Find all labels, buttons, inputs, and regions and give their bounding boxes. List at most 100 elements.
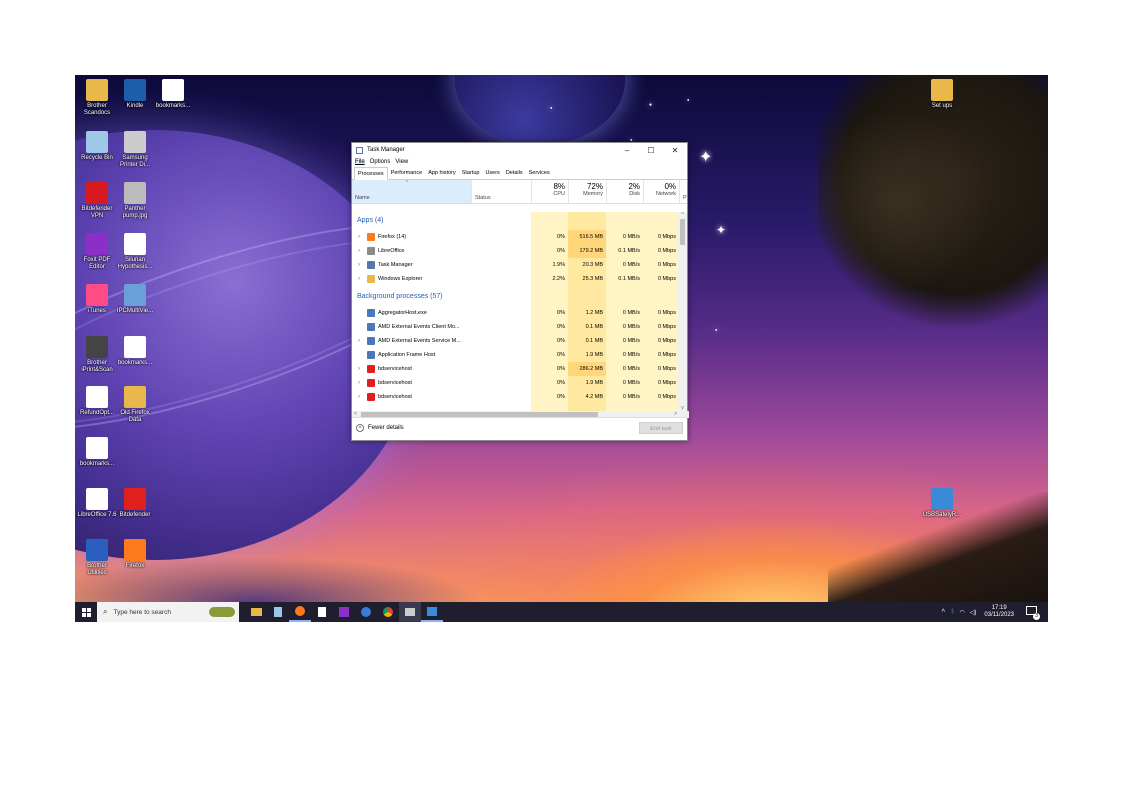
tab-users[interactable]: Users (482, 167, 502, 179)
taskbar-foxit[interactable] (333, 602, 355, 622)
desktop-icon[interactable]: Old Firefox Data (115, 386, 155, 424)
group-header-background[interactable]: Background processes (57) (357, 293, 443, 300)
tab-details[interactable]: Details (503, 167, 526, 179)
desktop-icon[interactable]: IPCMultiVie... (115, 284, 155, 315)
process-disk: 0 MB/s (622, 310, 640, 316)
chevron-up-circle-icon: ^ (356, 424, 364, 432)
process-row[interactable]: AMD External Events Client Mo... 0% 0.1 MB… (352, 320, 679, 334)
tab-performance[interactable]: Performance (388, 167, 426, 179)
taskbar-firefox[interactable] (289, 602, 311, 622)
clock[interactable]: 17:19 03/11/2023 (984, 605, 1014, 619)
process-mem: 0.1 MB (585, 338, 603, 344)
column-memory[interactable]: 72% Memory (568, 180, 606, 203)
process-row[interactable]: AggregatorHost.exe 0% 1.2 MB 0 MB/s 0 Mbps (352, 306, 679, 320)
column-disk[interactable]: 2% Disk (606, 180, 643, 203)
process-disk: 0 MB/s (622, 262, 640, 268)
recycle-bin-icon (86, 131, 108, 153)
scroll-up-arrow[interactable]: ^ (678, 212, 687, 218)
memory-label: Memory (583, 191, 603, 197)
column-name-label: Name (355, 195, 370, 201)
desktop-icon[interactable]: Brother iPrint&Scan (77, 336, 117, 374)
column-power[interactable]: P (679, 180, 689, 203)
tab-app-history[interactable]: App history (425, 167, 459, 179)
desktop-icon[interactable]: Recycle Bin (77, 131, 117, 162)
process-row[interactable]: › Windows Explorer 2.2% 25.3 MB 0.1 MB/s 0 Mb… (352, 272, 679, 286)
desktop-icon[interactable]: Bitdefender (115, 488, 155, 519)
desktop-icon[interactable]: Brother Utilities (77, 539, 117, 577)
taskbar: ⌕ Type here to search ^ ᛒ ◠ ◁) 17:19 03/… (75, 602, 1048, 622)
folder-icon (931, 79, 953, 101)
scroll-thumb[interactable] (680, 219, 685, 245)
taskbar-notepad[interactable] (267, 602, 289, 622)
process-row[interactable]: › bdservicehost 0% 286.2 MB 0 MB/s 0 Mbps (352, 362, 679, 376)
process-row[interactable]: › bdservicehost 0% 4.2 MB 0 MB/s 0 Mbps (352, 390, 679, 404)
process-row[interactable]: › bdservicehost 0% 1.9 MB 0 MB/s 0 Mbps (352, 376, 679, 390)
close-button[interactable]: ✕ (663, 146, 687, 155)
start-button[interactable] (75, 602, 97, 622)
desktop-icon[interactable]: bookmarks... (77, 437, 117, 468)
menu-view[interactable]: View (395, 159, 408, 165)
desktop-icon[interactable]: Bitdefender VPN (77, 182, 117, 220)
taskbar-browser[interactable] (355, 602, 377, 622)
notification-center-button[interactable]: 3 (1026, 606, 1040, 620)
chevron-up-icon[interactable]: ^ (942, 609, 945, 616)
column-cpu[interactable]: 8% CPU (531, 180, 568, 203)
tab-bar: Processes Performance App history Startu… (352, 167, 687, 180)
taskbar-printer[interactable] (399, 602, 421, 622)
column-status[interactable]: Status (471, 180, 531, 203)
process-name: bdservicehost (378, 394, 412, 400)
tab-services[interactable]: Services (526, 167, 553, 179)
process-row[interactable]: › LibreOffice 0% 179.2 MB 0.1 MB/s 0 Mbps (352, 244, 679, 258)
desktop-icon[interactable]: bookmarks... (153, 79, 193, 110)
title-bar[interactable]: Task Manager – ☐ ✕ (352, 143, 687, 157)
desktop-icon[interactable]: Panther pump.jpg (115, 182, 155, 220)
desktop-icon[interactable]: Set ups (922, 79, 962, 110)
minimize-button[interactable]: – (615, 146, 639, 155)
desktop-icon[interactable]: RefundOpt... (77, 386, 117, 417)
fewer-details-button[interactable]: ^ Fewer details (356, 424, 404, 432)
process-net: 0 Mbps (657, 352, 676, 358)
fewer-details-label: Fewer details (368, 425, 404, 431)
desktop-icon[interactable]: Foxit PDF Editor (77, 233, 117, 271)
desktop-icon-label: Brother iPrint&Scan (81, 360, 113, 373)
desktop-icon[interactable]: Kindle (115, 79, 155, 110)
desktop-icon[interactable]: Firefox (115, 539, 155, 570)
bluetooth-icon[interactable]: ᛒ (951, 609, 955, 615)
desktop-icon[interactable]: Brother Scandocs (77, 79, 117, 117)
process-row[interactable]: › AMD External Events Service M... 0% 0.1 M… (352, 334, 679, 348)
firefox-icon (295, 606, 305, 616)
menu-options[interactable]: Options (370, 159, 391, 165)
maximize-button[interactable]: ☐ (639, 146, 663, 155)
group-header-apps[interactable]: Apps (4) (357, 217, 383, 224)
taskbar-file-explorer[interactable] (245, 602, 267, 622)
process-row[interactable]: Application Frame Host 0% 1.9 MB 0 MB/s 0 Mb… (352, 348, 679, 362)
desktop-icon[interactable]: USBSafelyR... (922, 488, 962, 519)
wifi-icon[interactable]: ◠ (960, 609, 965, 616)
desktop-icon[interactable]: Silurian Hypothesis... (115, 233, 155, 271)
process-cpu: 0% (557, 352, 565, 358)
process-name: LibreOffice (378, 248, 405, 254)
taskbar-chrome[interactable] (377, 602, 399, 622)
desktop-icon[interactable]: bookmarks... (115, 336, 155, 367)
end-task-button[interactable]: End task (639, 422, 683, 434)
process-row[interactable]: › Firefox (14) 0% 516.5 MB 0 MB/s 0 Mbps (352, 230, 679, 244)
vertical-scrollbar[interactable]: ^ v (678, 212, 687, 411)
menu-file[interactable]: File (355, 159, 365, 165)
desktop-icon[interactable]: LibreOffice 7.6 (77, 488, 117, 519)
disk-label: Disk (629, 191, 640, 197)
column-network[interactable]: 0% Network (643, 180, 679, 203)
process-cpu: 0% (557, 310, 565, 316)
process-disk: 0.1 MB/s (618, 248, 640, 254)
process-row[interactable]: › Task Manager 1.9% 20.3 MB 0 MB/s 0 Mbps (352, 258, 679, 272)
desktop-icon-label: Silurian Hypothesis... (117, 257, 153, 270)
tab-processes[interactable]: Processes (354, 167, 388, 180)
volume-icon[interactable]: ◁) (970, 609, 977, 616)
tree-silhouette (808, 105, 988, 295)
taskbar-search-box[interactable]: ⌕ Type here to search (97, 602, 239, 622)
taskbar-document[interactable] (311, 602, 333, 622)
tab-startup[interactable]: Startup (459, 167, 483, 179)
taskbar-task-manager[interactable] (421, 602, 443, 622)
desktop-icon[interactable]: iTunes (77, 284, 117, 315)
column-name[interactable]: ^ Name (352, 180, 471, 203)
desktop-icon[interactable]: Samsung Printer Di... (115, 131, 155, 169)
